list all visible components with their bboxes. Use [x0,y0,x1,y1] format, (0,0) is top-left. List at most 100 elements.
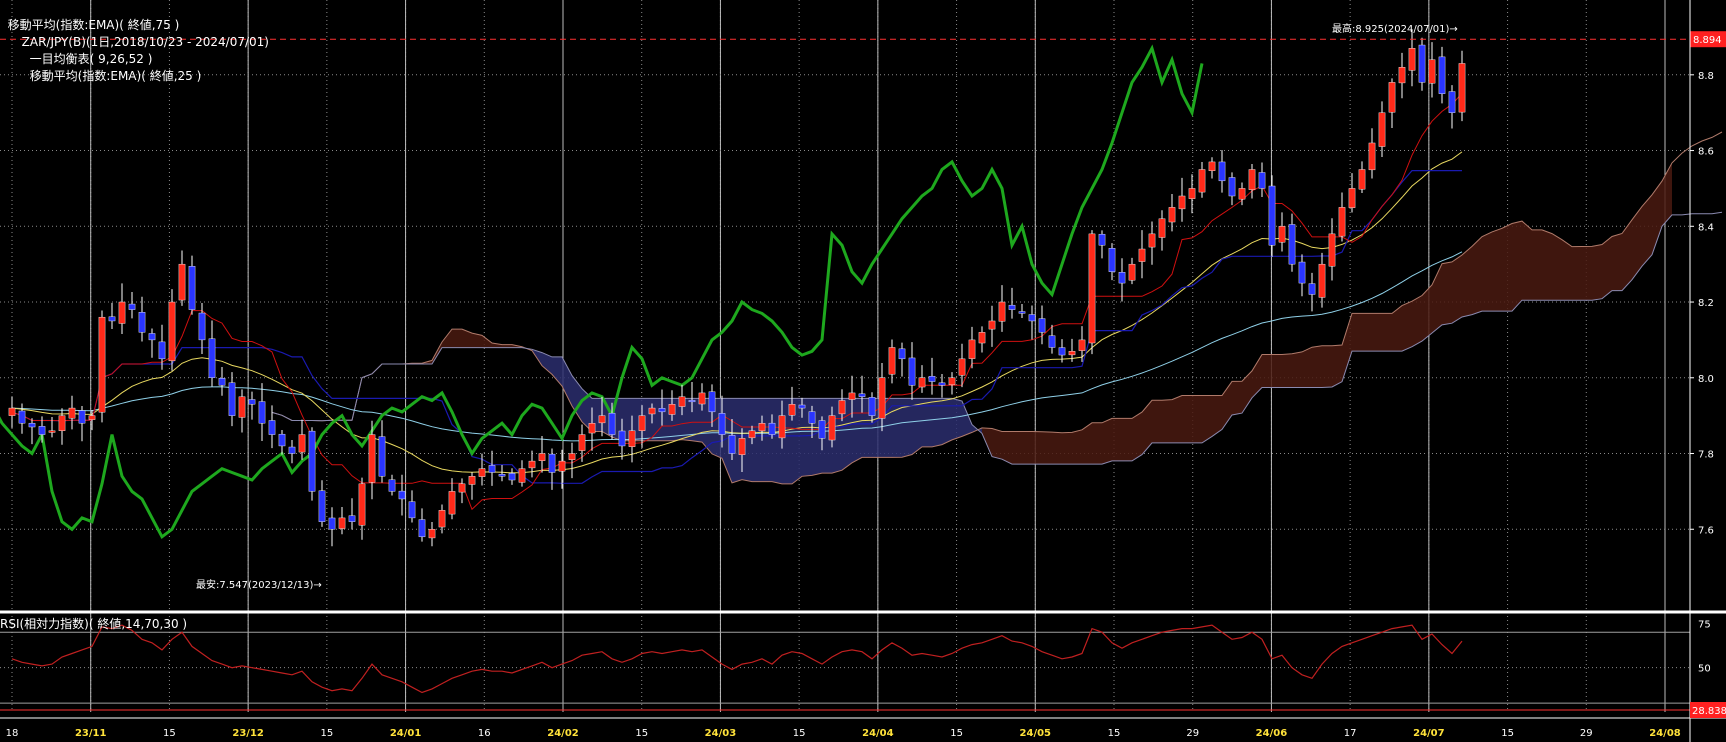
x-tick-label: 24/03 [705,728,737,739]
candle-body [88,415,96,420]
candle-body [1358,169,1366,190]
cloud-segment [1292,351,1302,388]
cloud-segment [1592,244,1602,301]
cloud-segment [652,398,662,441]
x-tick-label: 15 [163,728,176,739]
x-tick-label: 17 [1344,728,1357,739]
cloud-segment [1442,261,1452,325]
candle-body [1308,283,1316,295]
candle-body [988,320,996,330]
cloud-segment [1012,431,1022,465]
cloud-segment [1502,223,1512,312]
candle-body [1048,335,1056,348]
candle-body [28,422,36,428]
cloud-segment [1402,301,1412,352]
candle-body [1448,91,1456,113]
candle-body [1368,142,1376,171]
candle-body [848,392,856,400]
x-tick-label: 16 [478,728,491,739]
cloud-segment [1162,399,1172,443]
candle-body [1288,224,1296,265]
candle-body [1408,48,1416,71]
candle-body [998,301,1006,322]
candle-body [78,410,86,424]
candle-body [1168,207,1176,223]
candle-body [438,510,446,528]
x-tick-label: 24/02 [547,728,579,739]
candle-body [1348,188,1356,208]
candle-body [1258,172,1266,189]
cloud-segment [1262,354,1272,388]
x-tick-label: 15 [1108,728,1121,739]
x-tick-label: 15 [793,728,806,739]
candle-body [108,316,116,322]
candle-body [1298,261,1306,284]
cloud-segment [1272,354,1282,388]
cloud-segment [1602,236,1612,299]
candle-body [408,501,416,519]
candle-body [1328,233,1336,267]
cloud-segment [1182,395,1192,443]
ema25-label: 移動平均(指数:EMA)( 終値,25 ) [29,69,202,83]
cloud-segment [1552,233,1562,301]
low-annotation: 最安:7.547(2023/12/13)→ [196,578,322,591]
cloud-segment [912,398,922,455]
candle-body [1058,347,1066,356]
cloud-segment [802,398,812,477]
cloud-segment [1382,313,1392,352]
candle-body [318,490,326,522]
candle-body [948,377,956,386]
candle-body [368,434,376,483]
cloud-segment [1612,233,1622,291]
candle-body [48,430,56,433]
cloud-segment [1372,313,1382,352]
cloud-segment [1572,246,1582,301]
candle-body [798,404,806,409]
candle-body [758,423,766,432]
x-tick-label: 18 [6,728,19,739]
cloud-segment [1192,395,1202,443]
cloud-segment [1452,254,1462,324]
candle-body [618,430,626,447]
candle-body [1378,112,1386,147]
price-tick-label: 7.6 [1698,525,1714,536]
candle-body [268,420,276,435]
candle-body [1198,169,1206,193]
cloud-segment [1562,239,1572,301]
candle-body [298,434,306,453]
candle-body [358,483,366,526]
x-tick-label: 23/12 [232,728,264,739]
cloud-segment [452,329,462,348]
x-tick-label: 24/04 [862,728,894,739]
candle-body [1148,233,1156,248]
cloud-segment [992,428,1002,460]
x-tick-label: 24/01 [390,728,422,739]
cloud-segment [1302,347,1312,388]
candle-body [258,401,266,424]
candle-body [768,422,776,435]
candle-body [808,411,816,424]
candle-body [1088,233,1096,344]
candle-body [288,446,296,454]
rsi-header: RSI(相対力指数)( 終値,14,70,30 ) [0,617,188,631]
candle-body [1278,226,1286,243]
cloud-segment [1122,418,1132,461]
cloud-segment [1322,345,1332,388]
x-tick-label: 15 [320,728,333,739]
candle-body [198,312,206,341]
x-tick-label: 15 [950,728,963,739]
candle-body [138,312,146,333]
candle-body [688,400,696,403]
candle-body [278,433,286,447]
candle-body [1178,195,1186,210]
candle-body [468,476,476,485]
candle-body [718,413,726,435]
candle-body [8,407,16,416]
candle-body [348,515,356,522]
cloud-segment [1092,422,1102,465]
cloud-segment [1152,400,1162,443]
candle-body [838,400,846,415]
candle-body [858,393,866,397]
candle-body [338,517,346,529]
candle-body [888,347,896,375]
